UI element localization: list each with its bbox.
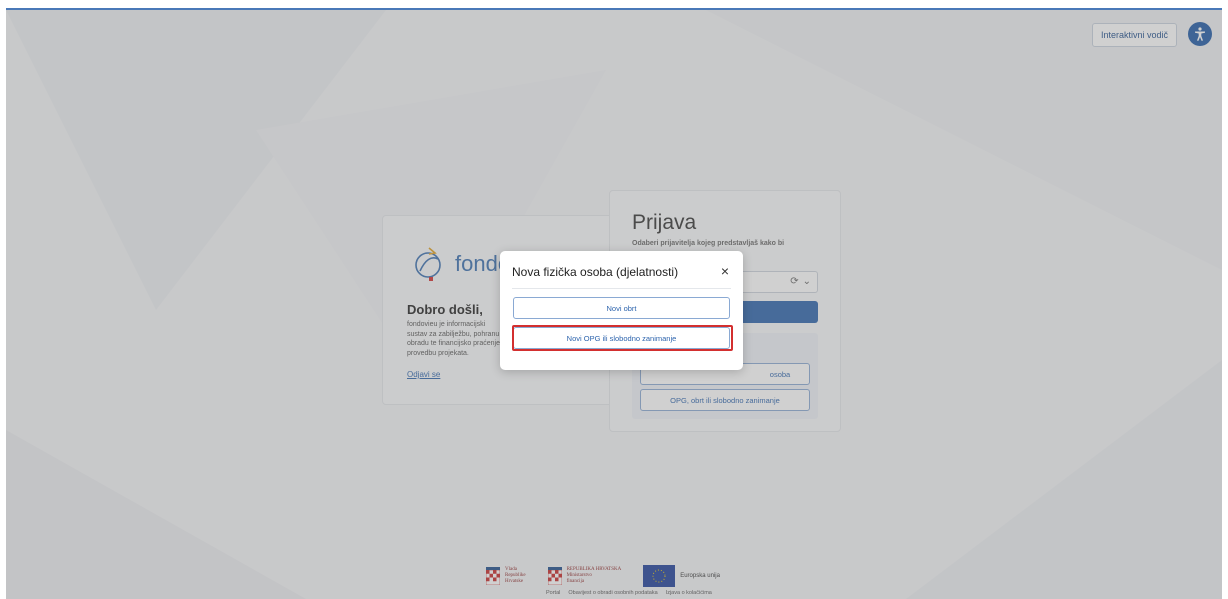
modal-title: Nova fizička osoba (djelatnosti)	[512, 265, 679, 279]
new-obrt-label: Novi obrt	[606, 303, 637, 313]
highlight-box	[512, 325, 733, 351]
modal-divider	[512, 288, 731, 289]
new-obrt-button[interactable]: Novi obrt	[513, 297, 730, 319]
new-natural-person-modal: Nova fizička osoba (djelatnosti) × Novi …	[500, 251, 743, 370]
close-icon[interactable]: ×	[721, 263, 729, 279]
